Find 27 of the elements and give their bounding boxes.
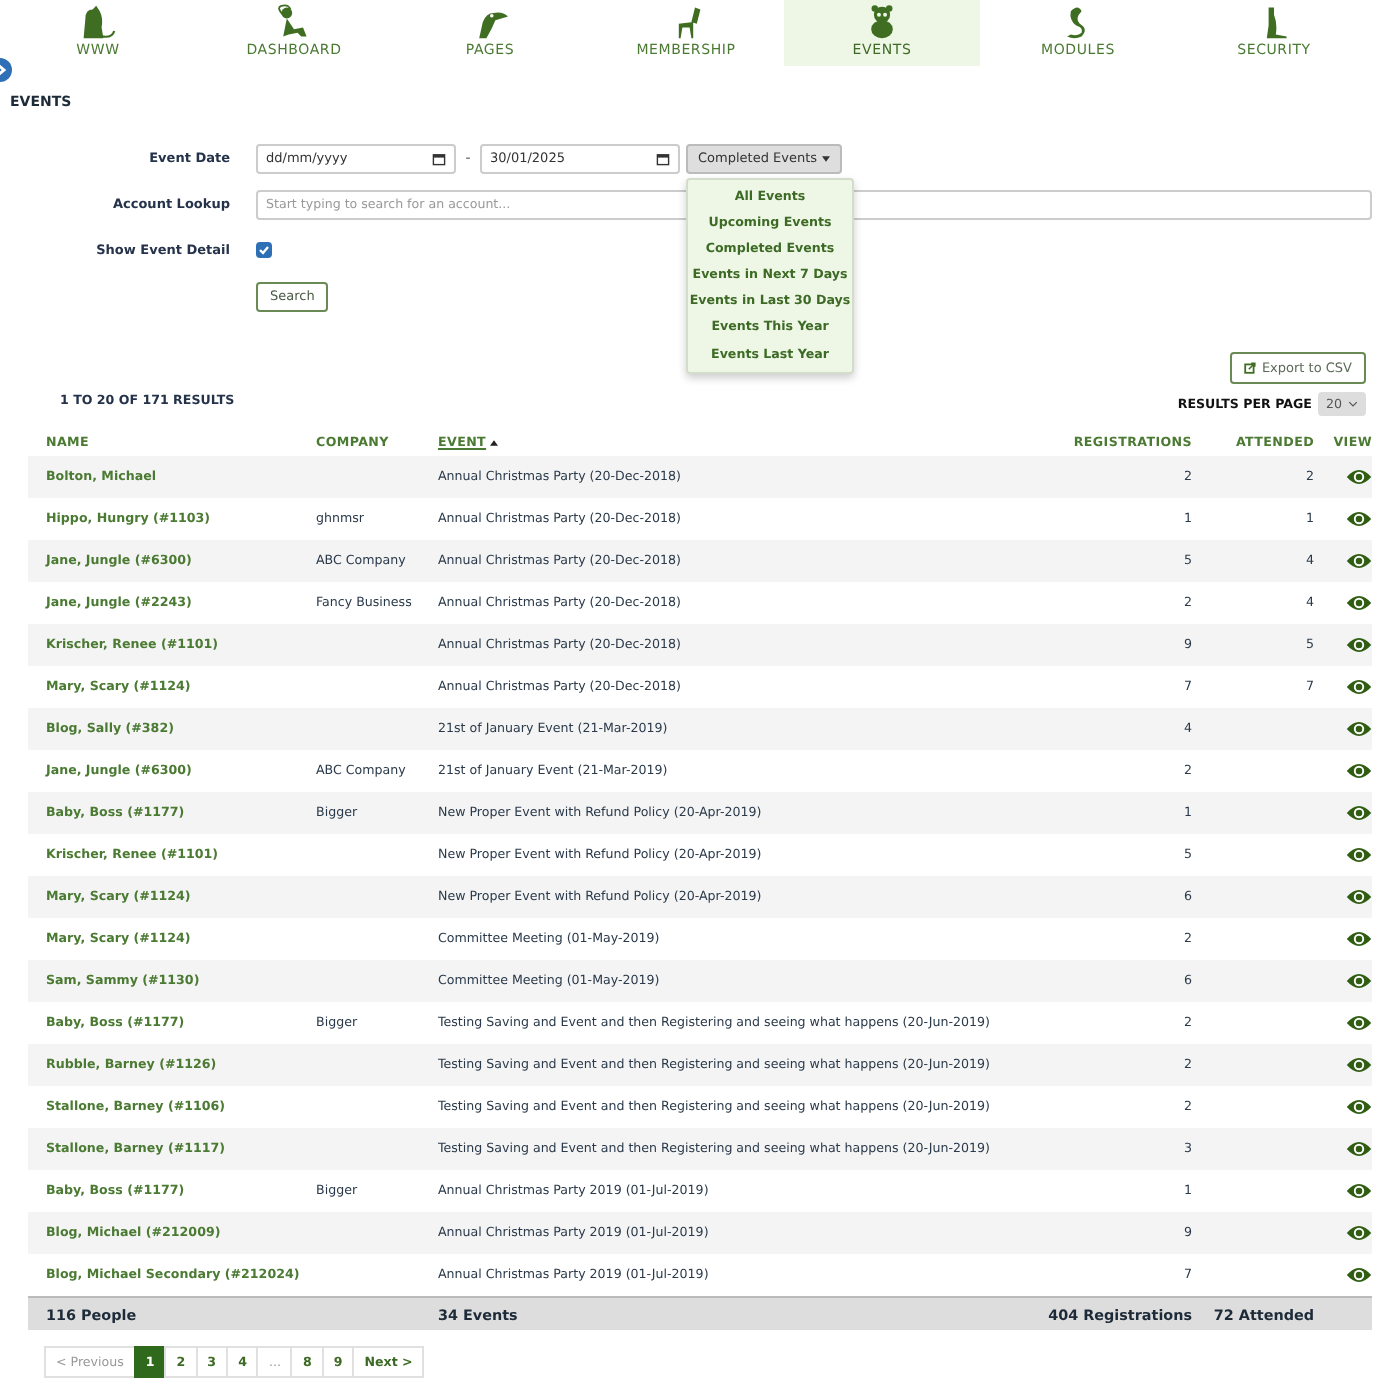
export-icon (1243, 362, 1256, 374)
view-icon[interactable] (1346, 552, 1372, 570)
view-icon[interactable] (1346, 888, 1372, 906)
view-icon[interactable] (1346, 1014, 1372, 1032)
view-icon[interactable] (1346, 762, 1372, 780)
view-icon[interactable] (1346, 720, 1372, 738)
view-icon[interactable] (1346, 1098, 1372, 1116)
chevron-icon (1348, 400, 1358, 408)
view-icon[interactable] (1346, 930, 1372, 948)
view-icon[interactable] (1346, 636, 1372, 654)
caret-icon (821, 155, 830, 161)
view-icon[interactable] (1346, 804, 1372, 822)
view-icon[interactable] (1346, 972, 1372, 990)
calendar-icon[interactable] (656, 151, 670, 165)
view-icon[interactable] (1346, 678, 1372, 696)
sort-icon (490, 439, 499, 445)
view-icon[interactable] (1346, 1266, 1372, 1284)
view-icon[interactable] (1346, 510, 1372, 528)
view-icon[interactable] (1346, 846, 1372, 864)
view-icon[interactable] (1346, 1056, 1372, 1074)
view-icon[interactable] (1346, 1140, 1372, 1158)
view-icon[interactable] (1346, 594, 1372, 612)
checkbox[interactable] (256, 242, 272, 258)
calendar-icon[interactable] (432, 151, 446, 165)
view-icon[interactable] (1346, 1224, 1372, 1242)
view-icon[interactable] (1346, 468, 1372, 486)
view-icon[interactable] (1346, 1182, 1372, 1200)
